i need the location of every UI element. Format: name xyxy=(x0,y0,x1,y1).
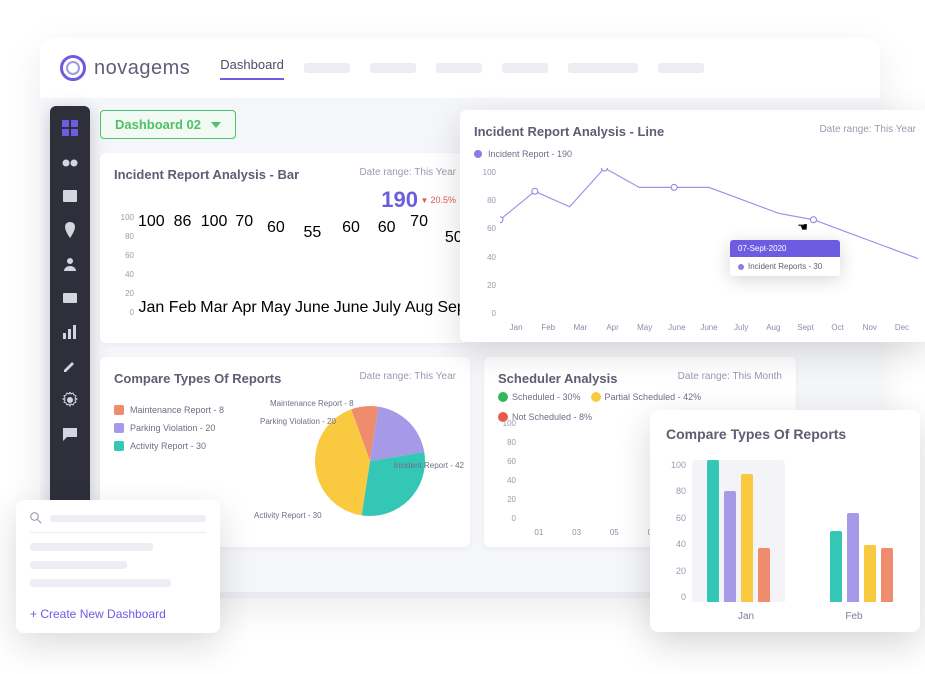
incident-line-panel: Incident Report Analysis - Line Date ran… xyxy=(460,110,925,342)
date-range: Date range: This Year xyxy=(819,124,916,135)
search-icon xyxy=(30,512,42,524)
gear-icon[interactable] xyxy=(62,392,78,408)
pie-legend: Maintenance Report - 8 Parking Violation… xyxy=(114,405,224,451)
create-dashboard-link[interactable]: + Create New Dashboard xyxy=(30,607,206,621)
line-legend: Incident Report - 190 xyxy=(474,149,916,159)
chevron-down-icon xyxy=(211,122,221,128)
dot-icon xyxy=(474,150,482,158)
list-item[interactable] xyxy=(30,561,127,569)
dashboard-picker-panel: + Create New Dashboard xyxy=(16,500,220,633)
date-range: Date range: This Year xyxy=(359,371,456,382)
list-item[interactable] xyxy=(30,579,171,587)
binoculars-icon[interactable] xyxy=(62,154,78,170)
badge-icon[interactable] xyxy=(62,290,78,306)
chat-icon[interactable] xyxy=(62,426,78,442)
tab-placeholder xyxy=(436,63,482,73)
brand-logo: novagems xyxy=(60,55,190,81)
analytics-icon[interactable] xyxy=(62,324,78,340)
top-tabs: Dashboard xyxy=(220,57,704,80)
compare-bars-panel: Compare Types Of Reports 100806040200 Ja… xyxy=(650,410,920,632)
chart-tooltip: 07-Sept-2020 Incident Reports - 30 xyxy=(730,240,840,276)
compare-bars-chart: 100806040200 JanFeb xyxy=(666,460,908,602)
tab-placeholder xyxy=(304,63,350,73)
selector-label: Dashboard 02 xyxy=(115,117,201,132)
search-input[interactable] xyxy=(50,515,206,522)
tooltip-value: Incident Reports - 30 xyxy=(748,262,822,271)
dot-icon xyxy=(738,264,744,270)
callout: Incident Report - 42 xyxy=(394,461,464,470)
search-row xyxy=(30,512,206,533)
callout: Maintenance Report - 8 xyxy=(270,399,354,408)
date-range: Date range: This Year xyxy=(359,167,456,178)
tab-dashboard[interactable]: Dashboard xyxy=(220,57,284,80)
line-chart: 100806040200 JanFebMarAprMayJuneJuneJuly… xyxy=(476,168,918,318)
legend-item: Scheduled - 30% xyxy=(512,392,581,402)
brand-name: novagems xyxy=(94,57,190,80)
tooltip-date: 07-Sept-2020 xyxy=(730,240,840,257)
dashboard-icon[interactable] xyxy=(62,120,78,136)
logo-mark-icon xyxy=(60,55,86,81)
dashboard-selector[interactable]: Dashboard 02 xyxy=(100,110,236,139)
card-title: Compare Types Of Reports xyxy=(666,426,904,442)
topbar: novagems Dashboard xyxy=(40,38,880,98)
incident-delta: 20.5% xyxy=(421,195,456,205)
list-item[interactable] xyxy=(30,543,153,551)
tab-placeholder xyxy=(568,63,638,73)
incident-total: 190 xyxy=(381,187,418,213)
person-icon[interactable] xyxy=(62,256,78,272)
callout: Activity Report - 30 xyxy=(254,511,322,520)
tab-placeholder xyxy=(502,63,548,73)
tab-placeholder xyxy=(658,63,704,73)
date-range: Date range: This Month xyxy=(678,371,782,382)
bar-chart: 100806040200 100Jan86Feb100Mar70Apr60May… xyxy=(116,213,458,317)
edit-icon[interactable] xyxy=(62,358,78,374)
legend-item: Partial Scheduled - 42% xyxy=(605,392,702,402)
location-icon[interactable] xyxy=(62,222,78,238)
callout: Parking Violation - 20 xyxy=(260,417,336,426)
tab-placeholder xyxy=(370,63,416,73)
pie-callouts: Maintenance Report - 8 Parking Violation… xyxy=(260,401,460,531)
legend-item: Parking Violation - 20 xyxy=(130,423,215,433)
legend-item: Incident Report - 190 xyxy=(488,149,572,159)
calendar-icon[interactable] xyxy=(62,188,78,204)
incident-bar-card: Incident Report Analysis - Bar Date rang… xyxy=(100,153,470,343)
legend-item: Activity Report - 30 xyxy=(130,441,206,451)
legend-item: Maintenance Report - 8 xyxy=(130,405,224,415)
